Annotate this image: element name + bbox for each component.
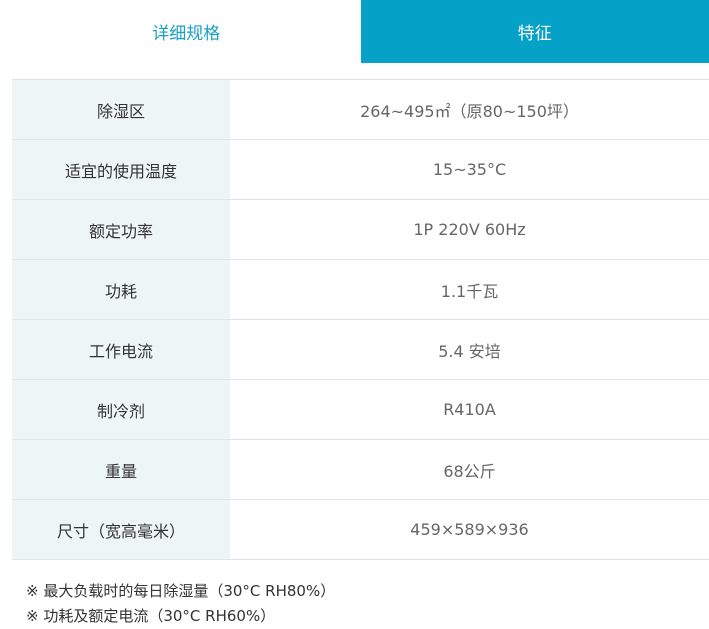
table-row: 重量 68公斤 [12,439,709,500]
spec-value: 15~35°C [230,139,709,200]
tab-detailed-specs[interactable]: 详细规格 [12,0,361,63]
table-row: 除湿区 264~495㎡（原80~150坪） [12,79,709,140]
spec-page: 详细规格 特征 除湿区 264~495㎡（原80~150坪） 适宜的使用温度 1… [0,0,709,629]
spec-label: 功耗 [12,259,230,320]
footnote: ※ 最大负载时的每日除湿量（30°C RH80%） [26,582,336,600]
table-row: 功耗 1.1千瓦 [12,259,709,320]
spec-value: 5.4 安培 [230,319,709,380]
spec-value: 68公斤 [230,439,709,500]
table-row: 额定功率 1P 220V 60Hz [12,199,709,260]
table-row: 适宜的使用温度 15~35°C [12,139,709,200]
table-row: 制冷剂 R410A [12,379,709,440]
spec-label: 除湿区 [12,79,230,140]
tab-features[interactable]: 特征 [360,0,709,63]
tab-bar: 详细规格 特征 [12,0,709,63]
spec-value: R410A [230,379,709,440]
footnotes: ※ 最大负载时的每日除湿量（30°C RH80%） ※ 功耗及额定电流（30°C… [26,579,335,629]
spec-table: 除湿区 264~495㎡（原80~150坪） 适宜的使用温度 15~35°C 额… [12,79,709,560]
spec-label: 工作电流 [12,319,230,380]
spec-value: 459×589×936 [230,499,709,560]
spec-label: 尺寸（宽高毫米） [12,499,230,560]
spec-value: 1P 220V 60Hz [230,199,709,260]
table-row: 工作电流 5.4 安培 [12,319,709,380]
spec-label: 重量 [12,439,230,500]
spec-label: 适宜的使用温度 [12,139,230,200]
spec-value: 264~495㎡（原80~150坪） [230,79,709,140]
spec-label: 制冷剂 [12,379,230,440]
spec-label: 额定功率 [12,199,230,260]
footnote: ※ 功耗及额定电流（30°C RH60%） [26,607,276,625]
spec-value: 1.1千瓦 [230,259,709,320]
table-row: 尺寸（宽高毫米） 459×589×936 [12,499,709,560]
